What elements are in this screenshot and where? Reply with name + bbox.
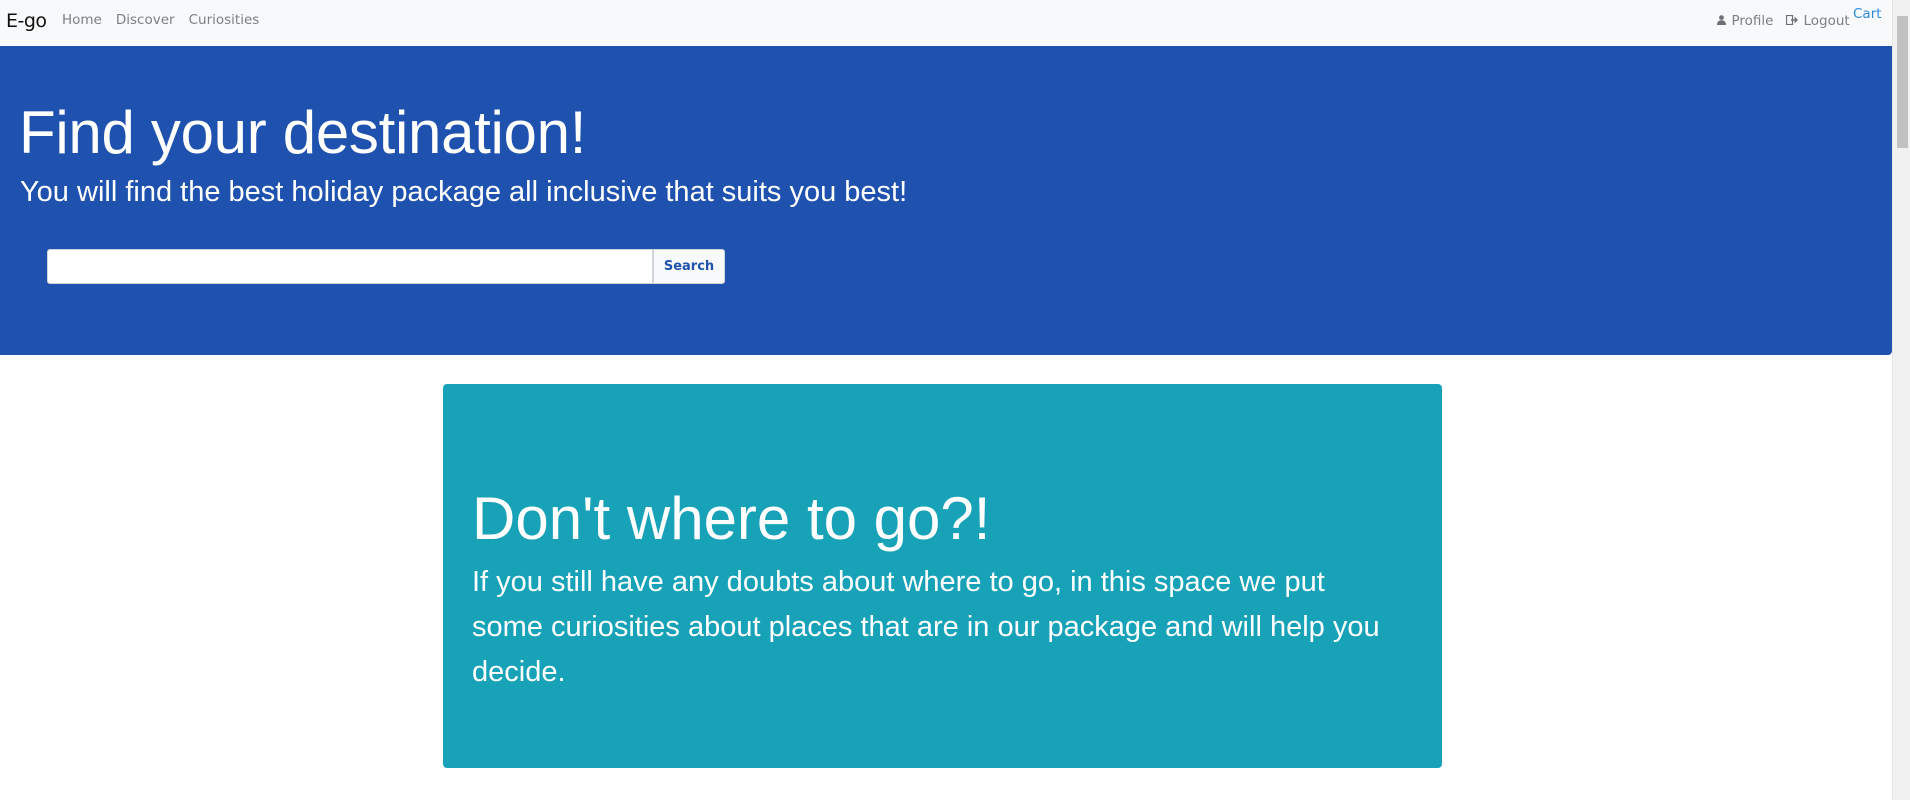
profile-link[interactable]: Profile bbox=[1717, 13, 1773, 29]
curiosities-card: Don't where to go?! If you still have an… bbox=[443, 384, 1442, 768]
cart-link[interactable]: Cart bbox=[1853, 6, 1882, 22]
nav-link-discover[interactable]: Discover bbox=[116, 12, 175, 28]
user-icon bbox=[1717, 15, 1730, 28]
card-title: Don't where to go?! bbox=[472, 485, 991, 552]
nav-links: Home Discover Curiosities bbox=[62, 12, 273, 28]
profile-label: Profile bbox=[1731, 13, 1774, 29]
nav-link-curiosities[interactable]: Curiosities bbox=[189, 12, 260, 28]
search-button[interactable]: Search bbox=[653, 249, 725, 284]
scrollbar-thumb[interactable] bbox=[1897, 16, 1908, 148]
hero-subtitle: You will find the best holiday package a… bbox=[20, 176, 908, 208]
sign-out-icon bbox=[1785, 14, 1802, 28]
nav-link-home[interactable]: Home bbox=[62, 12, 102, 28]
logout-label: Logout bbox=[1803, 13, 1850, 29]
page-scrollbar[interactable] bbox=[1892, 0, 1910, 800]
brand-logo[interactable]: E-go bbox=[6, 10, 47, 32]
logout-link[interactable]: Logout bbox=[1785, 13, 1850, 29]
card-text: If you still have any doubts about where… bbox=[472, 566, 1380, 688]
hero-banner: Find your destination! You will find the… bbox=[0, 46, 1892, 355]
hero-title: Find your destination! bbox=[19, 99, 587, 166]
top-navbar: E-go Home Discover Curiosities Profile L… bbox=[0, 0, 1892, 46]
search-input[interactable] bbox=[47, 249, 653, 284]
